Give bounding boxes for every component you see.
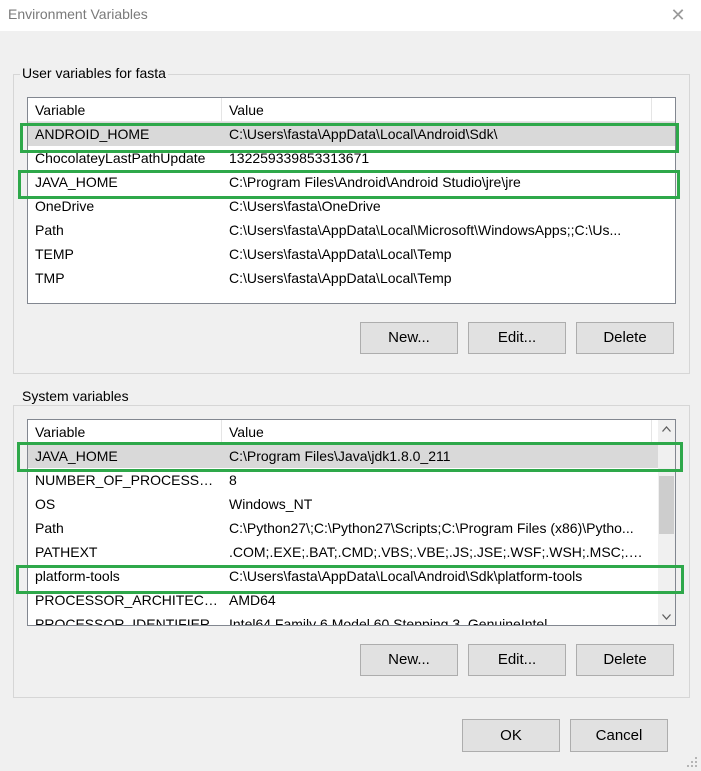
user-list-row[interactable]: TEMP C:\Users\fasta\AppData\Local\Temp bbox=[28, 242, 675, 266]
variable-name: ANDROID_HOME bbox=[35, 126, 150, 142]
variable-value: AMD64 bbox=[229, 592, 276, 608]
variable-name: OS bbox=[35, 496, 56, 512]
scroll-down-arrow-icon[interactable] bbox=[658, 608, 675, 625]
variable-name: platform-tools bbox=[35, 568, 120, 584]
user-delete-button[interactable]: Delete bbox=[576, 322, 674, 354]
system-list-row[interactable]: PROCESSOR_ARCHITECTU... AMD64 bbox=[28, 588, 658, 612]
variable-name: JAVA_HOME bbox=[35, 448, 118, 464]
system-list-row[interactable]: PROCESSOR_IDENTIFIER Intel64 Family 6 Mod… bbox=[28, 612, 658, 626]
system-list-rows: JAVA_HOME C:\Program Files\Java\jdk1.8.0_… bbox=[28, 444, 658, 626]
variable-name: PROCESSOR_IDENTIFIER bbox=[35, 616, 211, 626]
system-edit-button[interactable]: Edit... bbox=[468, 644, 566, 676]
cancel-button[interactable]: Cancel bbox=[570, 719, 668, 752]
user-variables-list[interactable]: Variable Value ANDROID_HOME C:\Users\fast… bbox=[27, 97, 676, 304]
system-new-button[interactable]: New... bbox=[360, 644, 458, 676]
column-header-variable[interactable]: Variable bbox=[28, 98, 222, 121]
system-list-scrollbar[interactable] bbox=[658, 420, 675, 625]
scroll-thumb[interactable] bbox=[659, 476, 674, 534]
variable-name: OneDrive bbox=[35, 198, 95, 214]
system-list-row[interactable]: Path C:\Python27\;C:\Python27\Scripts;C:\… bbox=[28, 516, 658, 540]
environment-variables-dialog: Environment Variables ✕ User variables f… bbox=[0, 0, 701, 771]
user-list-row[interactable]: ChocolateyLastPathUpdate 1322593398533136… bbox=[28, 146, 675, 170]
system-delete-button[interactable]: Delete bbox=[576, 644, 674, 676]
variable-value: C:\Users\fasta\AppData\Local\Android\Sdk… bbox=[229, 126, 498, 142]
user-list-rows: ANDROID_HOME C:\Users\fasta\AppData\Local… bbox=[28, 122, 675, 290]
variable-name: Path bbox=[35, 520, 64, 536]
column-header-value[interactable]: Value bbox=[222, 420, 652, 443]
variable-value: C:\Users\fasta\AppData\Local\Temp bbox=[229, 270, 452, 286]
variable-name: JAVA_HOME bbox=[35, 174, 118, 190]
resize-grip-icon[interactable] bbox=[686, 756, 698, 768]
system-variables-list[interactable]: Variable Value JAVA_HOME C:\Program Files… bbox=[27, 419, 676, 626]
variable-name: Path bbox=[35, 222, 64, 238]
user-edit-button[interactable]: Edit... bbox=[468, 322, 566, 354]
variable-value: C:\Users\fasta\OneDrive bbox=[229, 198, 381, 214]
variable-value: C:\Python27\;C:\Python27\Scripts;C:\Prog… bbox=[229, 520, 634, 536]
variable-value: C:\Users\fasta\AppData\Local\Temp bbox=[229, 246, 452, 262]
user-new-button[interactable]: New... bbox=[360, 322, 458, 354]
close-icon[interactable]: ✕ bbox=[655, 0, 701, 31]
variable-value: C:\Program Files\Android\Android Studio\… bbox=[229, 174, 521, 190]
user-variables-label: User variables for fasta bbox=[20, 65, 168, 81]
column-header-value[interactable]: Value bbox=[222, 98, 652, 121]
variable-value: C:\Program Files\Java\jdk1.8.0_211 bbox=[229, 448, 451, 464]
variable-name: ChocolateyLastPathUpdate bbox=[35, 150, 206, 166]
system-list-header: Variable Value bbox=[28, 420, 658, 444]
variable-value: C:\Users\fasta\AppData\Local\Microsoft\W… bbox=[229, 222, 622, 238]
system-list-row[interactable]: OS Windows_NT bbox=[28, 492, 658, 516]
user-list-row[interactable]: TMP C:\Users\fasta\AppData\Local\Temp bbox=[28, 266, 675, 290]
variable-value: .COM;.EXE;.BAT;.CMD;.VBS;.VBE;.JS;.JSE;.… bbox=[229, 544, 649, 560]
variable-name: PROCESSOR_ARCHITECTU... bbox=[35, 592, 219, 608]
user-list-header: Variable Value bbox=[28, 98, 675, 122]
scroll-up-arrow-icon[interactable] bbox=[658, 420, 675, 437]
window-title: Environment Variables bbox=[8, 6, 148, 22]
user-list-row[interactable]: OneDrive C:\Users\fasta\OneDrive bbox=[28, 194, 675, 218]
variable-name: TEMP bbox=[35, 246, 74, 262]
user-list-row[interactable]: ANDROID_HOME C:\Users\fasta\AppData\Local… bbox=[28, 122, 675, 146]
user-list-row[interactable]: Path C:\Users\fasta\AppData\Local\Microso… bbox=[28, 218, 675, 242]
variable-name: TMP bbox=[35, 270, 65, 286]
ok-button[interactable]: OK bbox=[462, 719, 560, 752]
column-header-variable[interactable]: Variable bbox=[28, 420, 222, 443]
system-list-row[interactable]: JAVA_HOME C:\Program Files\Java\jdk1.8.0_… bbox=[28, 444, 658, 468]
variable-value: C:\Users\fasta\AppData\Local\Android\Sdk… bbox=[229, 568, 583, 584]
variable-value: Intel64 Family 6 Model 60 Stepping 3, Ge… bbox=[229, 616, 548, 626]
variable-name: PATHEXT bbox=[35, 544, 98, 560]
variable-value: 132259339853313671 bbox=[229, 150, 370, 166]
system-list-row[interactable]: platform-tools C:\Users\fasta\AppData\Loc… bbox=[28, 564, 658, 588]
variable-name: NUMBER_OF_PROCESSORS bbox=[35, 472, 219, 488]
system-list-row[interactable]: PATHEXT .COM;.EXE;.BAT;.CMD;.VBS;.VBE;.JS… bbox=[28, 540, 658, 564]
user-list-row[interactable]: JAVA_HOME C:\Program Files\Android\Androi… bbox=[28, 170, 675, 194]
system-list-row[interactable]: NUMBER_OF_PROCESSORS 8 bbox=[28, 468, 658, 492]
title-bar: Environment Variables ✕ bbox=[0, 0, 701, 31]
system-variables-label: System variables bbox=[20, 388, 131, 404]
variable-value: Windows_NT bbox=[229, 496, 313, 512]
variable-value: 8 bbox=[229, 472, 237, 488]
